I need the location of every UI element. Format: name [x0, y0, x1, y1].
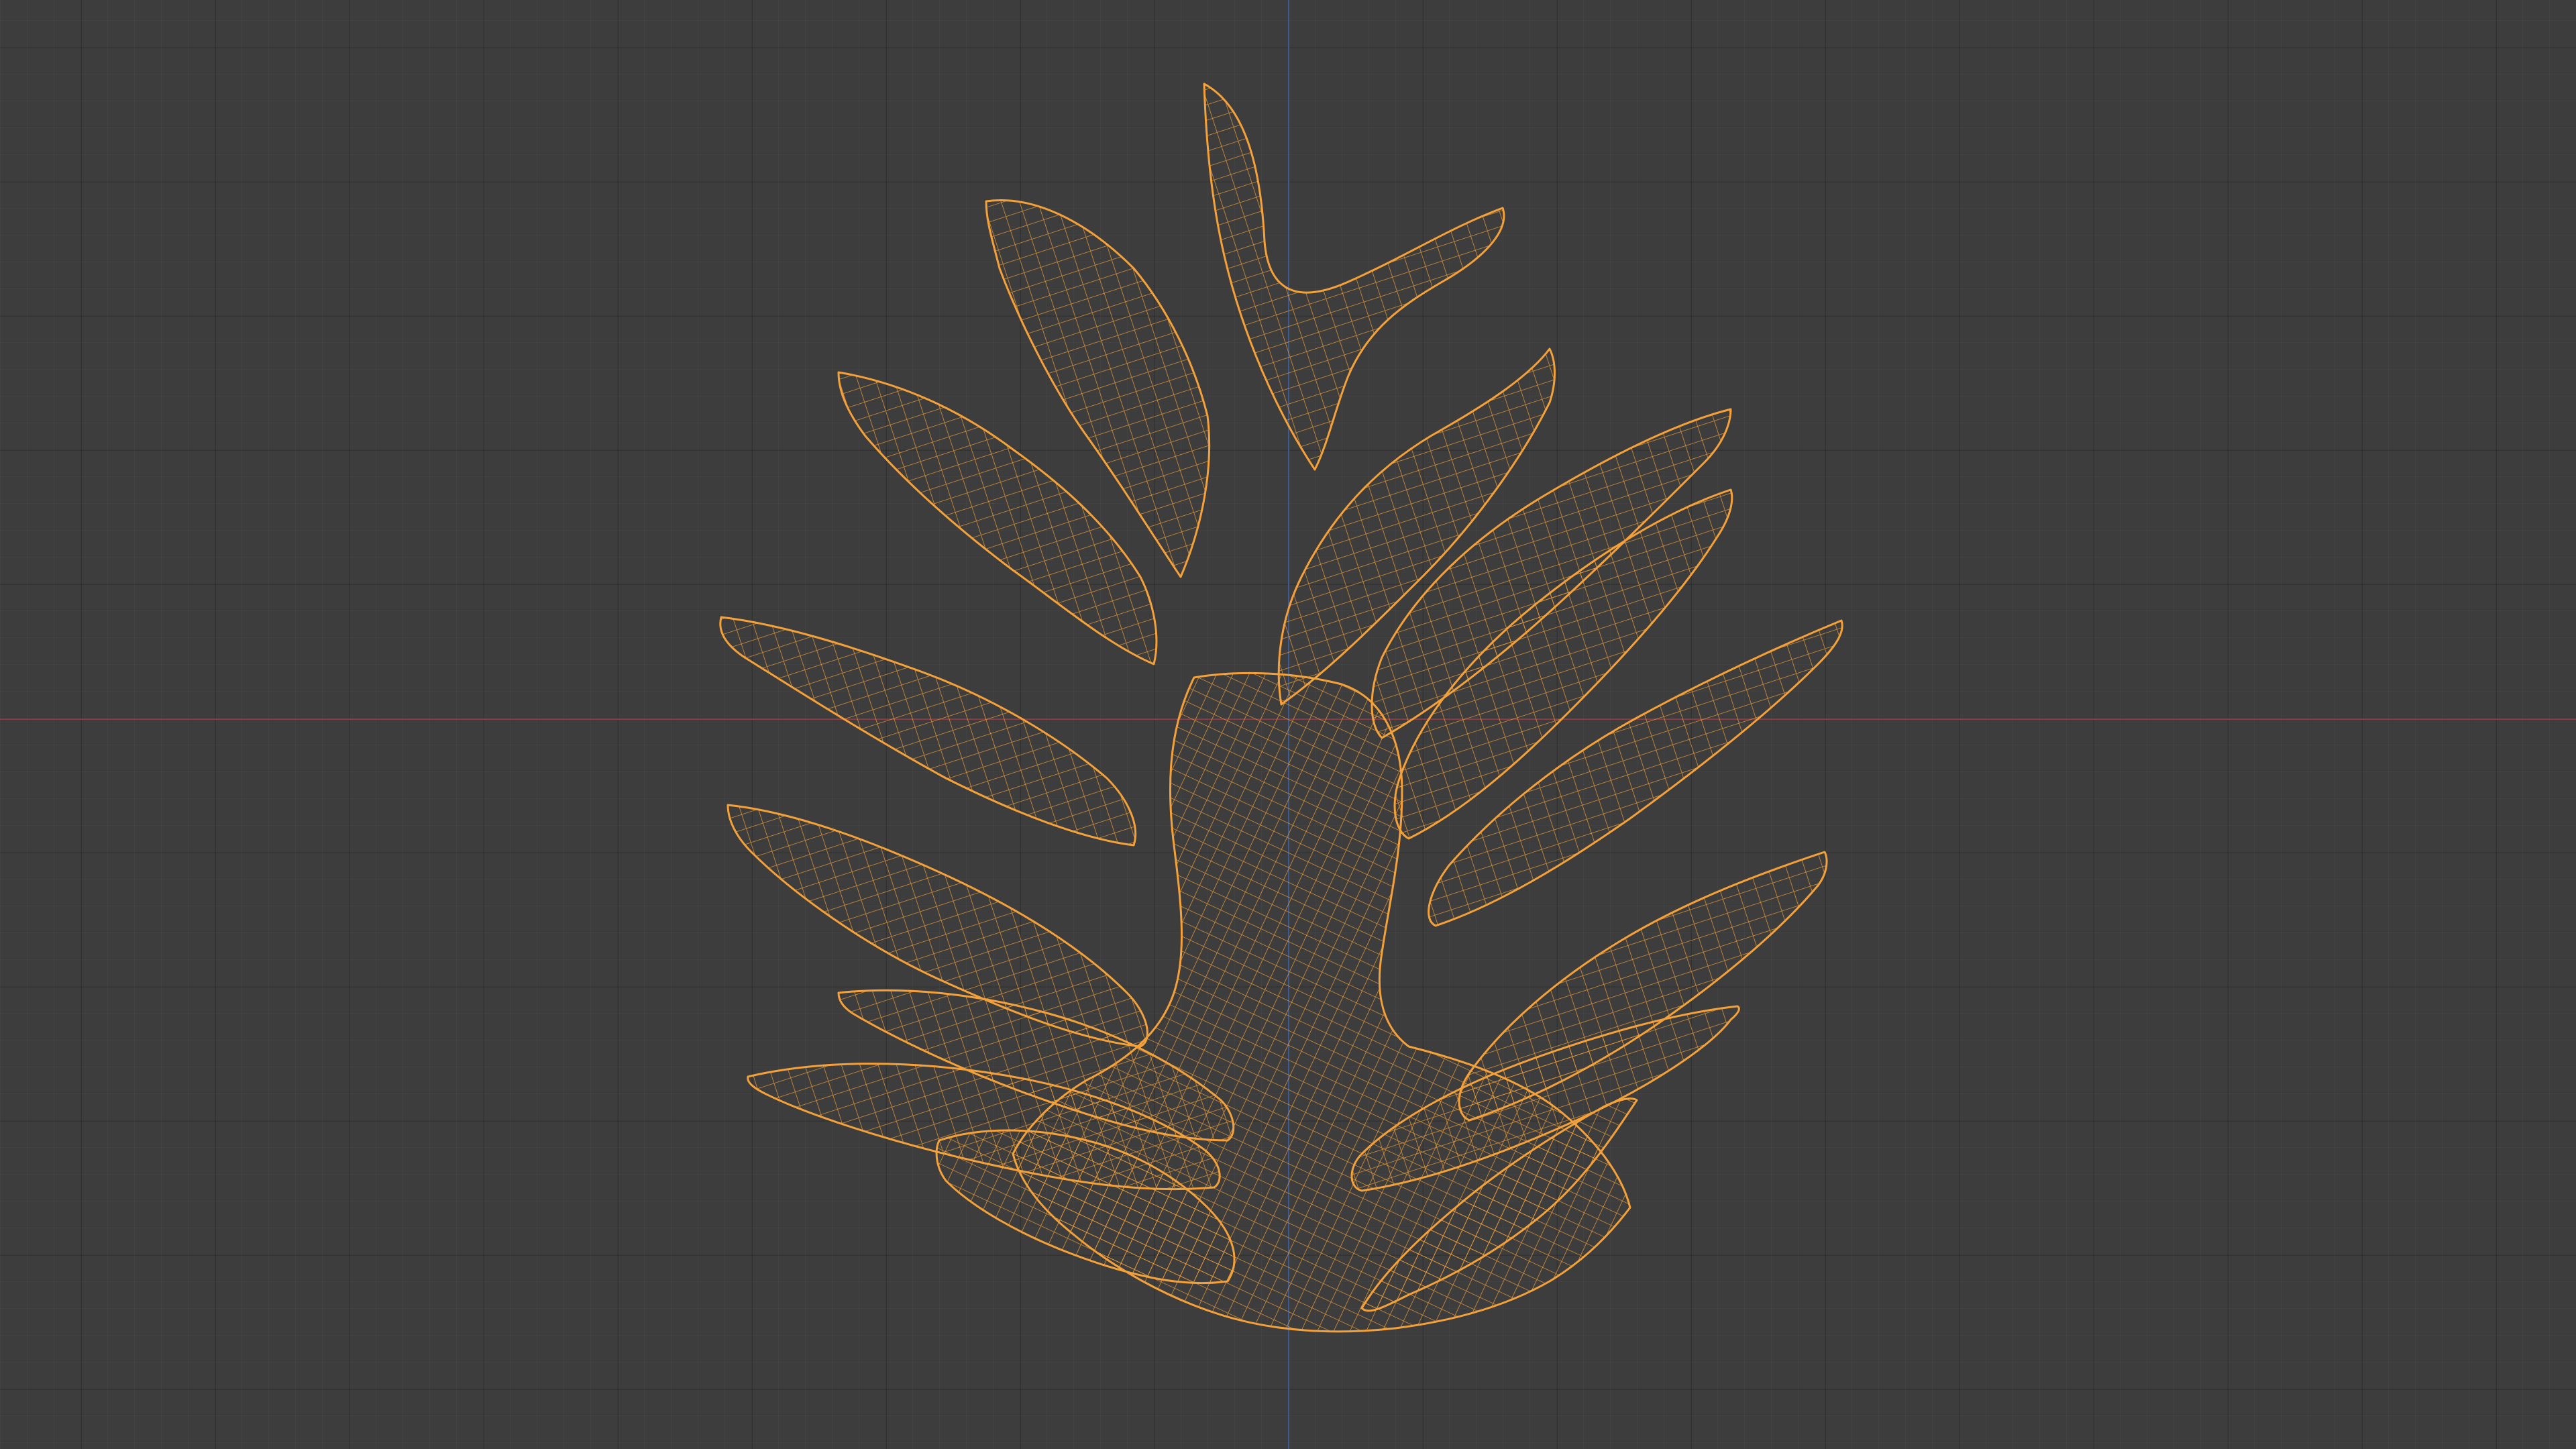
3d-viewport[interactable] [0, 0, 2576, 1449]
pinecone-wireframe-mesh[interactable] [0, 0, 2576, 1449]
